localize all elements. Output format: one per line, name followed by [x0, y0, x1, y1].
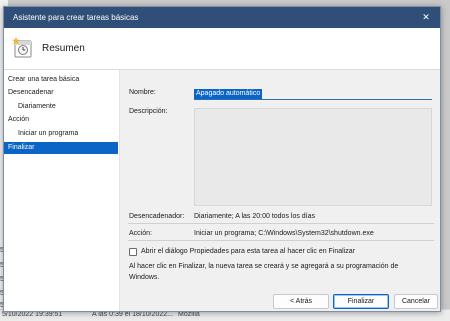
- title-bar: Asistente para crear tareas básicas ✕: [4, 7, 440, 28]
- finish-button[interactable]: Finalizar: [333, 294, 389, 309]
- task-name-field[interactable]: Apagado automático: [194, 88, 432, 100]
- divider: [128, 240, 434, 241]
- step-action[interactable]: Acción: [4, 114, 118, 126]
- step-daily[interactable]: Diariamente: [4, 101, 118, 113]
- cancel-button[interactable]: Cancelar: [394, 294, 438, 309]
- back-button[interactable]: < Atrás: [273, 294, 329, 309]
- open-properties-label[interactable]: Abrir el diálogo Propiedades para esta t…: [141, 248, 355, 255]
- step-create-basic-task[interactable]: Crear una tarea básica: [4, 74, 118, 86]
- step-trigger[interactable]: Desencadenar: [4, 87, 118, 99]
- close-icon: ✕: [422, 12, 430, 22]
- name-label: Nombre:: [129, 89, 156, 96]
- action-label: Acción:: [129, 230, 152, 237]
- action-value: Iniciar un programa; C:\Windows\System32…: [194, 230, 374, 237]
- trigger-label: Desencadenador:: [129, 213, 185, 220]
- create-basic-task-wizard-dialog: Asistente para crear tareas básicas ✕ Re…: [3, 6, 441, 312]
- finish-info-text: Al hacer clic en Finalizar, la nueva tar…: [129, 263, 399, 270]
- page-title: Resumen: [42, 43, 85, 54]
- task-name-value: Apagado automático: [194, 89, 263, 99]
- open-properties-checkbox[interactable]: [129, 248, 137, 256]
- step-start-program[interactable]: Iniciar un programa: [4, 128, 118, 140]
- background-row-author: Mozilla: [178, 311, 200, 318]
- description-field[interactable]: [194, 108, 432, 206]
- finish-info-text-cont: Windows.: [129, 274, 160, 281]
- close-button[interactable]: ✕: [419, 10, 433, 24]
- window-title: Asistente para crear tareas básicas: [13, 13, 139, 22]
- wizard-header: Resumen: [4, 28, 440, 70]
- description-label: Descripción:: [129, 108, 168, 115]
- wizard-steps-sidebar: Crear una tarea básica Desencadenar Diar…: [4, 70, 120, 311]
- task-wizard-icon: [12, 37, 32, 58]
- background-row-date: 5/10/2022 19:39:51: [2, 311, 63, 318]
- divider: [128, 223, 434, 224]
- trigger-value: Diariamente; A las 20:00 todos los días: [194, 213, 316, 220]
- step-finish[interactable]: Finalizar: [4, 142, 118, 154]
- background-row-trigger: A las 0:39 el 18/10/2022...: [92, 311, 173, 318]
